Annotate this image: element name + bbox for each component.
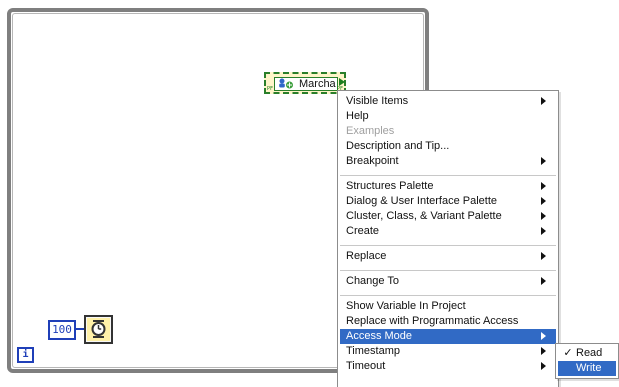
menu-item-label: Create — [346, 225, 380, 237]
menu-item-structures-palette[interactable]: Structures Palette — [340, 179, 556, 194]
shared-variable-icon — [279, 78, 293, 89]
menu-item-visible-items[interactable]: Visible Items — [340, 94, 556, 109]
menu-item-label: Description and Tip... — [346, 140, 450, 152]
menu-item-access-mode[interactable]: Access Mode — [340, 329, 556, 344]
menu-item-breakpoint[interactable]: Breakpoint — [340, 154, 556, 169]
menu-item-examples: Examples — [340, 124, 556, 139]
menu-separator — [340, 270, 556, 271]
menu-item-label: Structures Palette — [346, 180, 434, 192]
menu-item-label: Breakpoint — [346, 155, 399, 167]
chevron-right-icon — [541, 227, 546, 235]
menu-item-timestamp[interactable]: Timestamp — [340, 344, 556, 359]
shared-variable-chip: Marcha — [274, 77, 338, 91]
menu-item-label: Replace with Programmatic Access — [346, 315, 519, 327]
menu-item-cluster-class-variant-palette[interactable]: Cluster, Class, & Variant Palette — [340, 209, 556, 224]
menu-item-label: Timeout — [346, 360, 386, 372]
menu-item-label: Access Mode — [346, 330, 413, 342]
submenu-item-label: Write — [576, 362, 602, 374]
chevron-right-icon — [541, 157, 546, 165]
context-menu: Visible Items Help Examples Description … — [337, 90, 559, 387]
menu-item-replace-with-programmatic-access[interactable]: Replace with Programmatic Access — [340, 314, 556, 329]
menu-item-description-and-tip[interactable]: Description and Tip... — [340, 139, 556, 154]
menu-item-dialog-user-interface-palette[interactable]: Dialog & User Interface Palette — [340, 194, 556, 209]
shared-variable-node[interactable]: PF Marcha PF — [264, 72, 346, 94]
submenu-item-write[interactable]: Write — [558, 361, 616, 376]
submenu-item-label: Read — [576, 347, 603, 359]
menu-item-change-to[interactable]: Change To — [340, 274, 556, 289]
wait-timer-node[interactable] — [84, 315, 113, 344]
menu-item-label: Visible Items — [346, 95, 409, 107]
menu-item-label: Replace — [346, 250, 387, 262]
menu-item-label: Dialog & User Interface Palette — [346, 195, 498, 207]
menu-separator — [340, 295, 556, 296]
menu-item-timeout[interactable]: Timeout — [340, 359, 556, 374]
numeric-constant[interactable]: 100 — [48, 320, 76, 340]
menu-item-label: Show Variable In Project — [346, 300, 466, 312]
menu-item-label: Examples — [346, 125, 395, 137]
iteration-terminal[interactable]: i — [17, 347, 34, 363]
output-terminal-icon — [339, 78, 345, 86]
chevron-right-icon — [541, 97, 546, 105]
node-left-terminal-label: PF — [267, 86, 274, 92]
chevron-right-icon — [541, 347, 546, 355]
submenu-item-read[interactable]: ✓ Read — [558, 346, 616, 361]
shared-variable-label: Marcha — [299, 78, 336, 90]
chevron-right-icon — [541, 252, 546, 260]
chevron-right-icon — [541, 332, 546, 340]
chevron-right-icon — [541, 277, 546, 285]
access-mode-submenu: ✓ Read Write — [555, 343, 619, 379]
menu-item-label: Change To — [346, 275, 400, 287]
chevron-right-icon — [541, 182, 546, 190]
menu-item-show-variable-in-project[interactable]: Show Variable In Project — [340, 299, 556, 314]
checkmark-icon: ✓ — [563, 347, 573, 359]
chevron-right-icon — [541, 362, 546, 370]
menu-item-label: Help — [346, 110, 369, 122]
menu-item-replace[interactable]: Replace — [340, 249, 556, 264]
menu-separator — [340, 245, 556, 246]
labview-block-diagram: 100 i PF Marcha PF Visible Items Help Ex… — [0, 0, 619, 387]
menu-item-label: Timestamp — [346, 345, 400, 357]
chevron-right-icon — [541, 212, 546, 220]
menu-item-help[interactable]: Help — [340, 109, 556, 124]
wait-timer-icon — [91, 320, 106, 338]
menu-separator — [340, 175, 556, 176]
menu-item-create[interactable]: Create — [340, 224, 556, 239]
menu-item-label: Cluster, Class, & Variant Palette — [346, 210, 502, 222]
chevron-right-icon — [541, 197, 546, 205]
